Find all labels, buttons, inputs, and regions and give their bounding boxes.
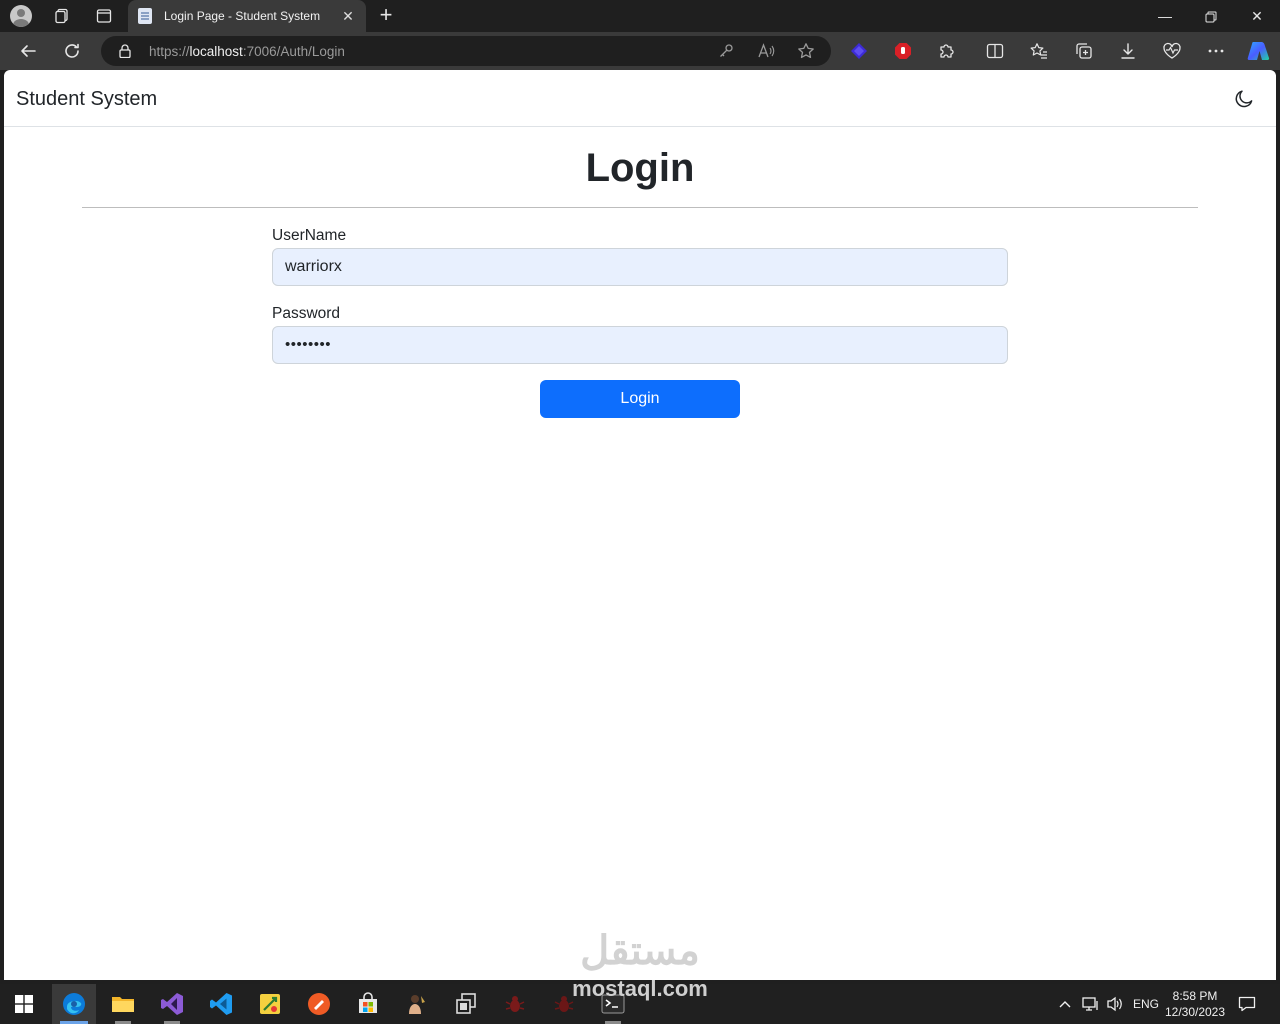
browser-tab-active[interactable]: Login Page - Student System ✕ [128, 0, 366, 32]
favorite-star-icon[interactable] [797, 42, 815, 60]
favorites-icon[interactable] [1028, 41, 1050, 61]
downloads-icon[interactable] [1117, 41, 1139, 61]
watermark-latin: mostaql.com [572, 976, 708, 1001]
lock-icon[interactable] [119, 44, 131, 58]
site-brand-link[interactable]: Student System [16, 88, 157, 111]
watermark-arabic: مستقل [580, 929, 700, 973]
copilot-icon[interactable] [1245, 39, 1271, 63]
username-input[interactable]: warriorx [272, 248, 1008, 286]
page-title: Login [585, 146, 695, 190]
password-label: Password [272, 305, 341, 322]
key-icon[interactable] [717, 42, 735, 60]
refresh-icon[interactable] [60, 39, 84, 63]
collections-icon[interactable] [1073, 41, 1095, 61]
page-favicon-icon [138, 8, 152, 24]
restore-icon[interactable] [1188, 0, 1234, 32]
back-icon[interactable] [16, 39, 40, 63]
minimize-icon[interactable]: — [1142, 0, 1188, 32]
read-aloud-icon[interactable] [757, 42, 775, 60]
vertical-tabs-icon[interactable] [92, 4, 116, 28]
more-options-icon[interactable] [1205, 41, 1227, 61]
close-window-icon[interactable]: ✕ [1234, 0, 1280, 32]
extensions-puzzle-icon[interactable] [936, 41, 958, 61]
address-bar[interactable]: https://localhost:7006/Auth/Login [101, 36, 831, 66]
url-scheme: https:// [149, 44, 190, 59]
profile-avatar-icon[interactable] [10, 5, 32, 27]
clock-date: 12/30/2023 [1164, 1005, 1226, 1019]
workspaces-icon[interactable] [50, 4, 74, 28]
title-divider [82, 207, 1198, 208]
tab-title: Login Page - Student System [164, 9, 321, 23]
split-screen-icon[interactable] [984, 41, 1006, 61]
browser-titlebar: Login Page - Student System ✕ + — ✕ [0, 0, 1280, 32]
page-viewport: Student System Login UserName warriorx P… [4, 70, 1276, 980]
login-button[interactable]: Login [540, 380, 740, 418]
adblock-icon[interactable] [892, 41, 914, 61]
password-input[interactable]: •••••••• [272, 326, 1008, 364]
dark-mode-moon-icon[interactable] [1234, 89, 1254, 109]
new-tab-icon[interactable]: + [374, 4, 398, 28]
browser-essentials-icon[interactable] [1161, 41, 1183, 61]
tab-close-icon[interactable]: ✕ [338, 6, 358, 26]
username-label: UserName [272, 227, 347, 244]
site-navbar: Student System [4, 70, 1276, 127]
extension-purple-icon[interactable] [848, 41, 870, 61]
url-text[interactable]: https://localhost:7006/Auth/Login [149, 44, 345, 59]
url-path: :7006/Auth/Login [242, 44, 345, 59]
browser-toolbar: https://localhost:7006/Auth/Login [0, 32, 1280, 70]
url-host: localhost [189, 44, 243, 59]
